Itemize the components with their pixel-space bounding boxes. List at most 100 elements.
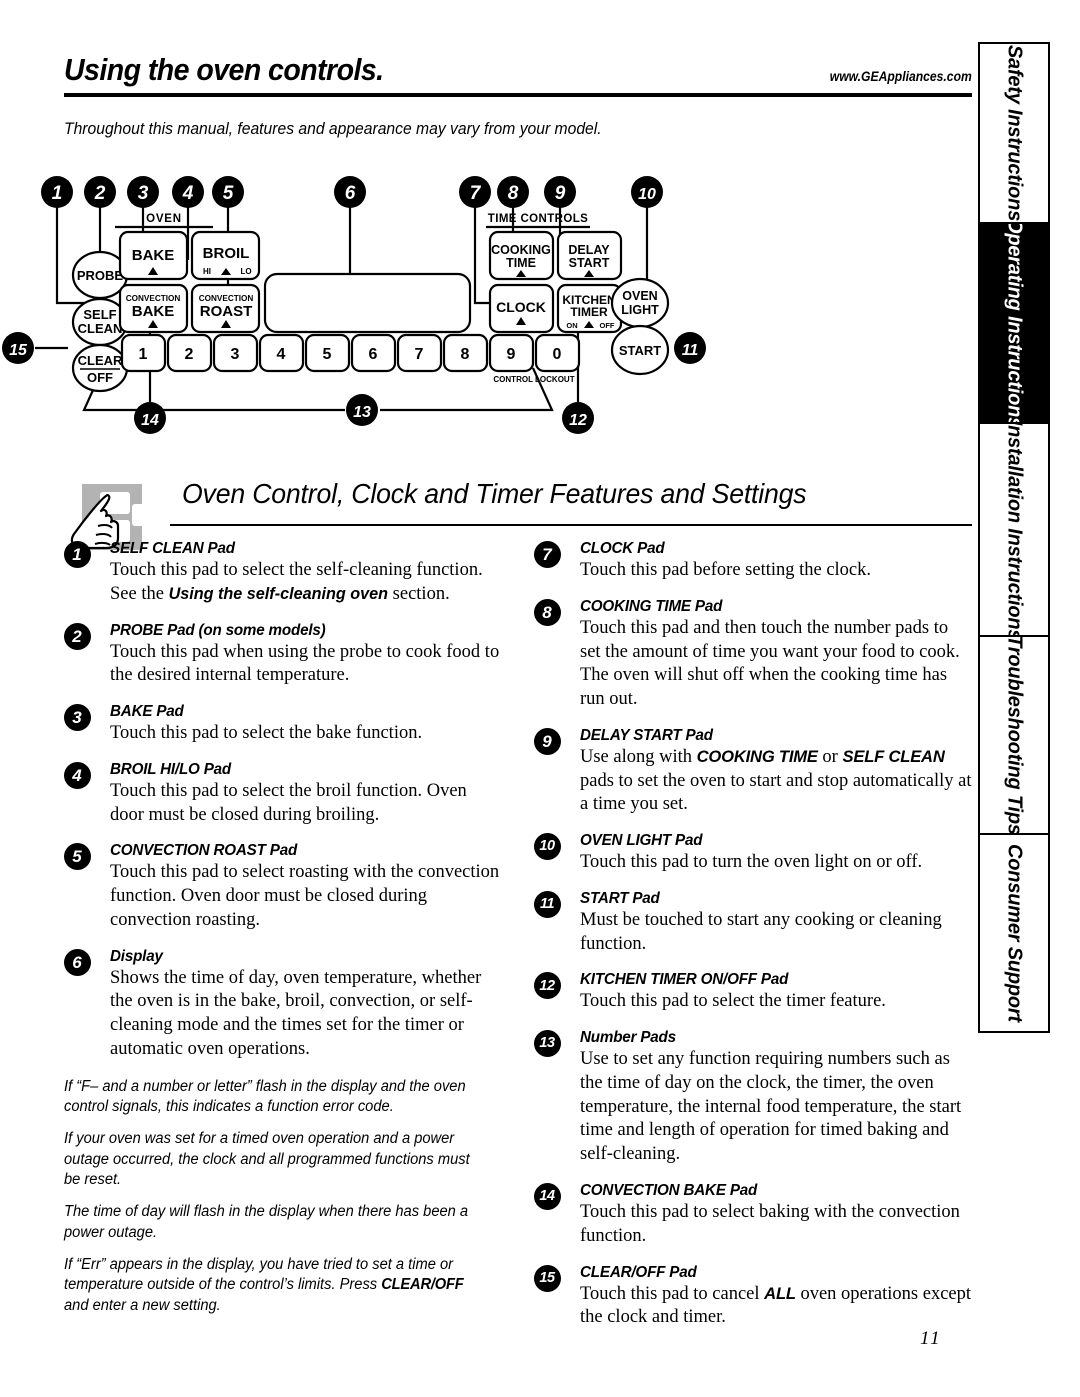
entry-body: Touch this pad to select the broil funct… (110, 780, 467, 825)
svg-text:5: 5 (223, 183, 234, 204)
entry-body: Shows the time of day, oven temperature,… (110, 967, 482, 1059)
section-tab-label: Operating Instructions (1003, 222, 1026, 424)
feature-entry: 7 CLOCK Pad Touch this pad before setting … (534, 540, 972, 583)
section-tab-strip: Safety Instructions Operating Instruction… (978, 42, 1050, 1348)
entry-title: SELF CLEAN Pad (110, 540, 235, 557)
svg-text:CONVECTION: CONVECTION (199, 294, 254, 303)
svg-text:OVEN: OVEN (622, 289, 657, 303)
feature-entry: 8 COOKING TIME Pad Touch this pad and then… (534, 598, 972, 712)
feature-entry: 10 OVEN LIGHT Pad Touch this pad to turn t… (534, 832, 972, 875)
entry-body: Touch this pad to select the bake functi… (110, 723, 423, 744)
svg-text:HI: HI (203, 267, 211, 276)
display-note: If your oven was set for a timed oven op… (64, 1130, 470, 1189)
svg-text:LO: LO (240, 267, 251, 276)
entry-number-badge: 15 (534, 1264, 561, 1292)
entry-title: Number Pads (580, 1029, 676, 1047)
svg-text:7: 7 (415, 346, 424, 363)
svg-text:TIME CONTROLS: TIME CONTROLS (488, 213, 588, 225)
svg-text:OFF: OFF (87, 370, 113, 385)
svg-text:12: 12 (569, 412, 587, 429)
left-column: 1 SELF CLEAN Pad Touch this pad to select … (64, 540, 502, 1345)
entry-title: CLEAR/OFF Pad (580, 1263, 697, 1281)
svg-text:START: START (569, 256, 610, 270)
svg-text:OVEN: OVEN (146, 213, 182, 225)
svg-text:BAKE: BAKE (132, 247, 175, 264)
entry-title: Display (110, 947, 163, 965)
entry-body: Touch this pad to select the self-cleani… (110, 560, 483, 604)
entry-body: Touch this pad to select baking with the… (580, 1202, 960, 1246)
entry-number-badge: 3 (64, 704, 91, 732)
section-tab[interactable]: Installation Instructions (978, 422, 1050, 637)
display-note: The time of day will flash in the displa… (64, 1203, 469, 1241)
svg-text:SELF: SELF (83, 307, 116, 322)
website-url: www.GEAppliances.com (829, 69, 972, 84)
svg-text:CLEAN: CLEAN (78, 321, 123, 336)
svg-text:LIGHT: LIGHT (621, 303, 659, 317)
intro-text: Throughout this manual, features and app… (64, 120, 602, 138)
svg-text:9: 9 (507, 346, 516, 363)
section-tab[interactable]: Safety Instructions (978, 42, 1050, 224)
control-panel-diagram: .pd { fill:#fff; stroke:#000; stroke-wid… (0, 170, 980, 440)
feature-entry: 13 Number Pads Use to set any function req… (534, 1029, 972, 1167)
svg-text:6: 6 (369, 346, 378, 363)
entry-number-badge: 9 (534, 727, 561, 755)
feature-entry: 14 CONVECTION BAKE Pad Touch this pad to s… (534, 1182, 972, 1249)
svg-text:1: 1 (52, 183, 63, 204)
right-column: 7 CLOCK Pad Touch this pad before setting … (534, 540, 972, 1345)
svg-text:5: 5 (323, 346, 332, 363)
entry-body: Touch this pad to cancel ALL oven operat… (580, 1283, 971, 1328)
entry-title: BROIL HI/LO Pad (110, 760, 232, 778)
feature-entry: 2 PROBE Pad (on some models) Touch this pa… (64, 622, 502, 689)
section-tab[interactable]: Troubleshooting Tips (978, 635, 1050, 835)
svg-text:8: 8 (508, 183, 519, 204)
section-tab[interactable]: Consumer Support (978, 833, 1050, 1033)
entry-body: Touch this pad to turn the oven light on… (580, 852, 923, 873)
svg-text:9: 9 (555, 183, 566, 204)
svg-text:1: 1 (139, 346, 148, 363)
page-number: 11 (920, 1328, 942, 1349)
display-note: If “Err” appears in the display, you hav… (64, 1256, 464, 1314)
svg-text:3: 3 (231, 346, 240, 363)
section-title: Oven Control, Clock and Timer Features a… (182, 478, 807, 509)
feature-entry: 6 Display Shows the time of day, oven temp… (64, 948, 502, 1062)
section-tab-label: Troubleshooting Tips (1003, 635, 1026, 835)
entry-number-badge: 7 (534, 541, 561, 568)
entry-title: DELAY START Pad (580, 726, 713, 744)
entry-number-badge: 12 (534, 972, 561, 1000)
entry-number-badge: 5 (64, 843, 91, 871)
display-notes: If “F– and a number or letter” flash in … (64, 1077, 502, 1316)
entry-number-badge: 14 (534, 1183, 561, 1211)
entry-number-badge: 6 (64, 948, 91, 976)
entry-title: CLOCK Pad (580, 540, 665, 557)
feature-entry: 1 SELF CLEAN Pad Touch this pad to select … (64, 540, 502, 607)
svg-text:TIMER: TIMER (570, 305, 608, 319)
svg-text:15: 15 (9, 342, 28, 359)
entry-title: COOKING TIME Pad (580, 597, 723, 615)
svg-text:BAKE: BAKE (132, 303, 175, 320)
section-tab[interactable]: Operating Instructions (978, 222, 1050, 424)
svg-text:BROIL: BROIL (203, 245, 250, 262)
entry-number-badge: 8 (534, 598, 561, 626)
feature-entry: 4 BROIL HI/LO Pad Touch this pad to select… (64, 761, 502, 828)
page-title: Using the oven controls. (64, 52, 384, 87)
entry-body: Touch this pad before setting the clock. (580, 560, 872, 580)
svg-text:OFF: OFF (600, 321, 615, 330)
feature-entry: 3 BAKE Pad Touch this pad to select the ba… (64, 703, 502, 746)
svg-text:DELAY: DELAY (568, 243, 610, 257)
svg-text:4: 4 (182, 183, 194, 204)
feature-entry: 9 DELAY START Pad Use along with COOKING T… (534, 727, 972, 817)
svg-text:3: 3 (138, 183, 149, 204)
entry-body: Use to set any function requiring number… (580, 1049, 962, 1165)
svg-text:CONVECTION: CONVECTION (126, 294, 181, 303)
svg-text:ON: ON (566, 321, 577, 330)
entry-number-badge: 13 (534, 1030, 561, 1058)
svg-text:7: 7 (470, 183, 482, 204)
entry-title: BAKE Pad (110, 703, 184, 721)
svg-text:4: 4 (277, 346, 286, 363)
svg-text:PROBE: PROBE (77, 268, 124, 283)
svg-text:10: 10 (638, 186, 656, 203)
svg-text:14: 14 (141, 412, 159, 429)
entry-body: Touch this pad to select the timer featu… (580, 991, 886, 1012)
svg-text:CLEAR: CLEAR (78, 353, 123, 368)
svg-text:2: 2 (94, 183, 106, 204)
